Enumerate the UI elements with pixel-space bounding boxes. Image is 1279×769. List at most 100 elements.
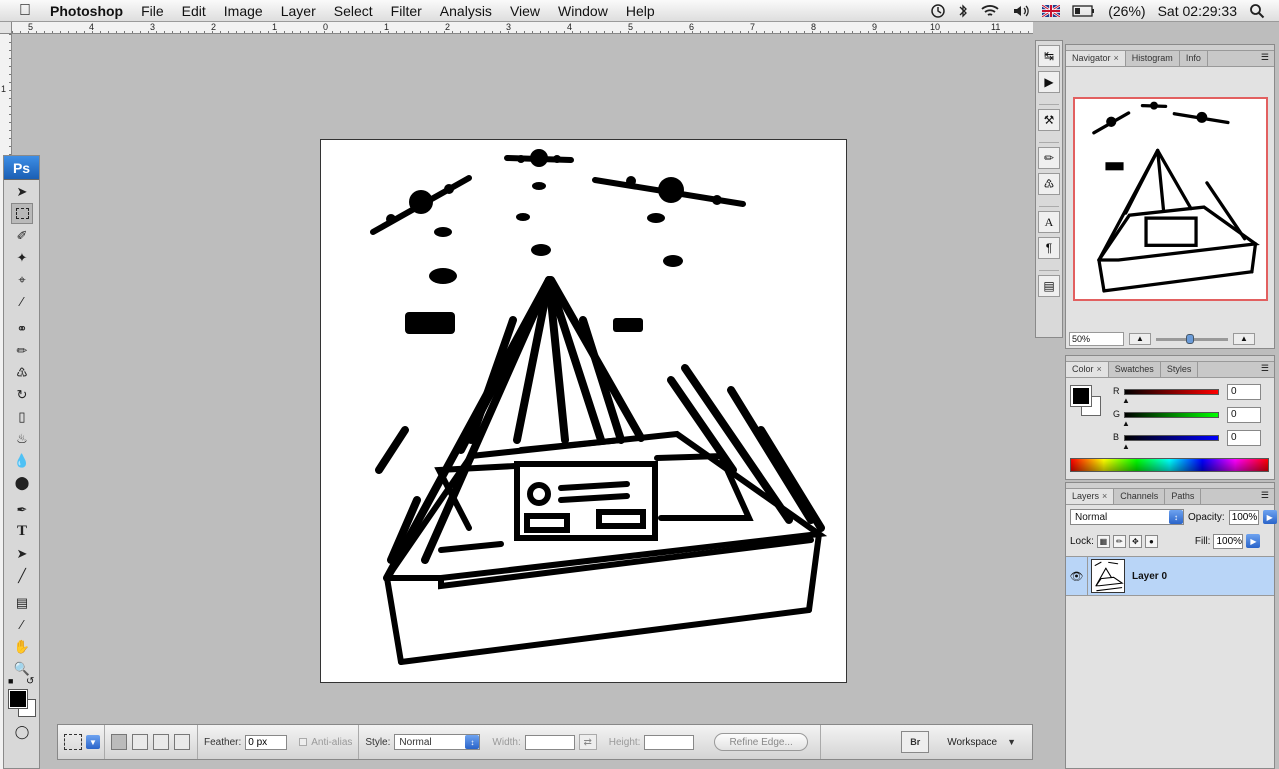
red-slider-thumb[interactable]: ▲: [1122, 396, 1130, 405]
clock[interactable]: Sat 02:29:33: [1158, 3, 1237, 19]
zoom-in-icon[interactable]: ▲: [1233, 333, 1255, 345]
lock-position-icon[interactable]: ✥: [1128, 534, 1142, 548]
color-spectrum-ramp[interactable]: [1070, 458, 1269, 472]
anti-alias-checkbox[interactable]: [299, 738, 308, 746]
character-icon[interactable]: A: [1038, 211, 1060, 233]
ruler-origin[interactable]: [0, 22, 12, 34]
fill-input[interactable]: 100%: [1213, 533, 1244, 549]
foreground-color-swatch[interactable]: [8, 689, 28, 709]
paint-bucket-tool-icon[interactable]: ♨: [11, 428, 33, 449]
brushes-icon[interactable]: ✏: [1038, 147, 1060, 169]
magic-wand-tool-icon[interactable]: ✦: [11, 247, 33, 268]
preset-dropdown-arrow-icon[interactable]: ▼: [86, 735, 100, 749]
menu-window[interactable]: Window: [558, 3, 608, 19]
path-selection-tool-icon[interactable]: ➤: [11, 543, 33, 564]
tool-preset-picker[interactable]: ▼: [58, 725, 105, 759]
healing-brush-tool-icon[interactable]: ⚭: [11, 318, 33, 339]
lock-transparency-icon[interactable]: ▦: [1096, 534, 1110, 548]
pen-tool-icon[interactable]: ✒: [11, 499, 33, 520]
default-colors-icon[interactable]: ■: [8, 676, 13, 686]
height-input[interactable]: [644, 734, 695, 750]
workspace-menu[interactable]: Workspace: [947, 737, 997, 748]
app-menu[interactable]: Photoshop: [50, 3, 123, 19]
horizontal-ruler[interactable]: 5 4 3 2 1 0 1 2 3 4 5 6 7 8 9 10 11: [12, 22, 1033, 34]
blend-mode-select[interactable]: Normal ↕: [1070, 509, 1184, 525]
blue-slider-track[interactable]: [1124, 435, 1219, 441]
time-machine-icon[interactable]: [930, 3, 946, 19]
paragraph-icon[interactable]: ¶: [1038, 237, 1060, 259]
close-icon[interactable]: ×: [1114, 53, 1119, 63]
intersect-selection-button[interactable]: [174, 734, 190, 750]
menu-edit[interactable]: Edit: [182, 3, 206, 19]
subtract-from-selection-button[interactable]: [153, 734, 169, 750]
tab-layers[interactable]: Layers ×: [1066, 489, 1115, 504]
layer-name[interactable]: Layer 0: [1132, 571, 1167, 582]
foreground-color-swatch[interactable]: [1070, 385, 1092, 407]
type-tool-icon[interactable]: T: [11, 521, 33, 542]
tab-histogram[interactable]: Histogram: [1126, 51, 1180, 66]
panel-menu-icon[interactable]: ☰: [1256, 489, 1274, 504]
menu-file[interactable]: File: [141, 3, 164, 19]
opacity-dropdown-arrow-icon[interactable]: ▶: [1262, 510, 1277, 524]
panel-menu-icon[interactable]: ☰: [1256, 362, 1274, 377]
clone-source-icon[interactable]: ♳: [1038, 173, 1060, 195]
eraser-tool-icon[interactable]: ▯: [11, 406, 33, 427]
wifi-icon[interactable]: [980, 3, 1000, 19]
bluetooth-icon[interactable]: [958, 3, 968, 19]
fill-dropdown-arrow-icon[interactable]: ▶: [1246, 534, 1261, 548]
notes-tool-icon[interactable]: ▤: [11, 592, 33, 613]
opacity-input[interactable]: 100%: [1228, 509, 1259, 525]
tab-paths[interactable]: Paths: [1165, 489, 1202, 504]
green-slider-track[interactable]: [1124, 412, 1219, 418]
style-select[interactable]: Normal ↕: [394, 734, 481, 750]
document-canvas[interactable]: [320, 139, 847, 683]
zoom-slider[interactable]: [1156, 333, 1228, 344]
clone-stamp-tool-icon[interactable]: ♳: [11, 362, 33, 383]
zoom-slider-thumb[interactable]: [1186, 333, 1195, 344]
tool-presets-icon[interactable]: ⚒: [1038, 109, 1060, 131]
lock-pixels-icon[interactable]: ✏: [1112, 534, 1126, 548]
tab-channels[interactable]: Channels: [1114, 489, 1166, 504]
bridge-icon[interactable]: Br: [901, 731, 930, 753]
menu-layer[interactable]: Layer: [281, 3, 316, 19]
width-input[interactable]: [524, 734, 575, 750]
apple-menu-icon[interactable]: : [14, 2, 36, 20]
new-selection-button[interactable]: [111, 734, 127, 750]
battery-icon[interactable]: [1072, 5, 1096, 17]
refine-edge-button[interactable]: Refine Edge...: [714, 733, 808, 751]
crop-tool-icon[interactable]: ⌖: [11, 269, 33, 290]
navigator-preview[interactable]: [1073, 97, 1268, 301]
volume-icon[interactable]: [1012, 3, 1030, 19]
zoom-out-icon[interactable]: ▲: [1129, 333, 1151, 345]
tab-swatches[interactable]: Swatches: [1109, 362, 1161, 377]
swap-dimensions-icon[interactable]: ⇄: [578, 734, 597, 750]
hand-tool-icon[interactable]: ✋: [11, 636, 33, 657]
move-tool-icon[interactable]: ➤: [11, 181, 33, 202]
layer-row[interactable]: 👁 Layer 0: [1066, 556, 1274, 596]
red-slider-track[interactable]: [1124, 389, 1219, 395]
blur-tool-icon[interactable]: 💧: [11, 450, 33, 471]
menu-select[interactable]: Select: [334, 3, 373, 19]
red-value-input[interactable]: 0: [1227, 384, 1261, 400]
line-tool-icon[interactable]: ╱: [11, 565, 33, 586]
eyedropper-tool-icon[interactable]: ⁄: [11, 291, 33, 312]
menu-image[interactable]: Image: [224, 3, 263, 19]
eye-visibility-icon[interactable]: 👁: [1066, 557, 1088, 595]
blue-slider-thumb[interactable]: ▲: [1122, 442, 1130, 451]
green-slider-thumb[interactable]: ▲: [1122, 419, 1130, 428]
blue-value-input[interactable]: 0: [1227, 430, 1261, 446]
close-icon[interactable]: ×: [1102, 491, 1107, 501]
history-brush-tool-icon[interactable]: ↻: [11, 384, 33, 405]
brush-tool-icon[interactable]: ✏: [11, 340, 33, 361]
menu-filter[interactable]: Filter: [391, 3, 422, 19]
close-icon[interactable]: ×: [1097, 364, 1102, 374]
lasso-tool-icon[interactable]: ✐: [11, 225, 33, 246]
tab-info[interactable]: Info: [1180, 51, 1208, 66]
zoom-level-input[interactable]: 50%: [1069, 332, 1124, 346]
color-sampler-tool-icon[interactable]: ⁄: [11, 614, 33, 635]
chevron-down-icon[interactable]: ▼: [1007, 737, 1016, 747]
tab-navigator[interactable]: Navigator ×: [1066, 51, 1126, 66]
menu-help[interactable]: Help: [626, 3, 655, 19]
quick-mask-icon[interactable]: ◯: [11, 721, 33, 742]
menu-view[interactable]: View: [510, 3, 540, 19]
